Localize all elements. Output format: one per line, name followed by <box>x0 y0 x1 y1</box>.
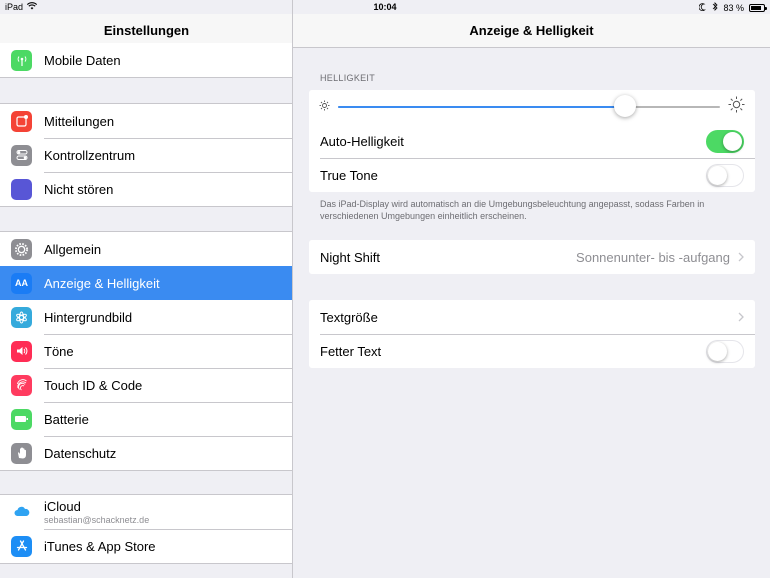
night-shift-label: Night Shift <box>320 249 380 265</box>
sidebar-item-battery[interactable]: Batterie <box>0 402 292 436</box>
sidebar-item-display-brightness[interactable]: AA Anzeige & Helligkeit <box>0 266 292 300</box>
night-shift-row[interactable]: Night Shift Sonnenunter- bis -aufgang <box>309 240 755 274</box>
sidebar-item-label: Batterie <box>44 411 89 427</box>
switches-icon <box>11 144 32 166</box>
status-time: 10:04 <box>373 2 397 12</box>
sidebar-item-label: Hintergrundbild <box>44 309 133 325</box>
text-card: Textgröße Fetter Text <box>309 300 755 368</box>
sidebar-item-general[interactable]: Allgemein <box>0 232 292 266</box>
notifications-icon <box>11 110 32 132</box>
sidebar-item-label: Kontrollzentrum <box>44 147 136 163</box>
sidebar-item-wallpaper[interactable]: Hintergrundbild <box>0 300 292 334</box>
sidebar-group-3: Allgemein AA Anzeige & Helligkeit Hinter… <box>0 231 292 471</box>
battery-percent: 83 % <box>723 2 744 13</box>
chevron-right-icon <box>738 249 744 265</box>
icloud-text: iCloud sebastian@schacknetz.de <box>44 499 149 525</box>
icloud-account-email: sebastian@schacknetz.de <box>44 515 150 525</box>
sidebar-item-label: Datenschutz <box>44 445 117 461</box>
sun-small-icon <box>319 98 330 116</box>
sidebar-item-do-not-disturb[interactable]: Nicht stören <box>0 172 292 206</box>
sidebar-item-privacy[interactable]: Datenschutz <box>0 436 292 470</box>
flower-icon <box>11 306 32 328</box>
brightness-slider[interactable] <box>338 95 720 117</box>
detail-pane: Anzeige & Helligkeit HELLIGKEIT Auto-Hel… <box>293 0 770 578</box>
gear-icon <box>11 238 32 260</box>
battery-fill <box>751 5 761 10</box>
sidebar-item-mobile-data[interactable]: Mobile Daten <box>0 43 292 77</box>
sidebar: Einstellungen Mobile Daten Mitteilungen … <box>0 0 293 578</box>
true-tone-label: True Tone <box>320 167 378 183</box>
auto-brightness-row: Auto-Helligkeit <box>309 124 755 158</box>
sidebar-item-label: iTunes & App Store <box>44 538 156 554</box>
sidebar-item-label: Anzeige & Helligkeit <box>44 275 160 291</box>
auto-brightness-label: Auto-Helligkeit <box>320 133 404 149</box>
brightness-slider-fill <box>338 106 625 108</box>
battery-indicator-icon <box>749 3 767 12</box>
cloud-icon <box>11 501 32 523</box>
brightness-slider-thumb[interactable] <box>613 95 636 117</box>
brightness-card: Auto-Helligkeit True Tone <box>309 90 755 192</box>
sidebar-item-itunes-app-store[interactable]: iTunes & App Store <box>0 529 292 563</box>
toggle-knob <box>708 165 727 185</box>
hand-icon <box>11 442 32 464</box>
sidebar-item-sounds[interactable]: Töne <box>0 334 292 368</box>
sidebar-group-2: Mitteilungen Kontrollzentrum Nicht störe… <box>0 103 292 207</box>
sidebar-item-control-center[interactable]: Kontrollzentrum <box>0 138 292 172</box>
status-bar: iPad 10:04 83 % <box>0 0 770 14</box>
night-shift-value: Sonnenunter- bis -aufgang <box>576 249 730 265</box>
aa-icon: AA <box>11 272 32 294</box>
sidebar-item-touch-id[interactable]: Touch ID & Code <box>0 368 292 402</box>
bold-text-label: Fetter Text <box>320 343 382 359</box>
brightness-slider-row <box>309 90 755 124</box>
battery-icon <box>11 408 32 430</box>
moon-icon <box>11 178 32 200</box>
sidebar-item-label: Mobile Daten <box>44 52 121 68</box>
chevron-right-icon <box>738 309 744 325</box>
text-size-row[interactable]: Textgröße <box>309 300 755 334</box>
speaker-icon <box>11 340 32 362</box>
antenna-icon <box>11 49 32 71</box>
sidebar-item-label: Töne <box>44 343 74 359</box>
true-tone-description: Das iPad-Display wird automatisch an die… <box>320 199 705 221</box>
sidebar-item-label: Nicht stören <box>44 181 114 197</box>
fingerprint-icon <box>11 374 32 396</box>
toggle-knob <box>723 131 742 151</box>
sidebar-group-4: iCloud sebastian@schacknetz.de iTunes & … <box>0 494 292 564</box>
bold-text-row: Fetter Text <box>309 334 755 368</box>
night-shift-card: Night Shift Sonnenunter- bis -aufgang <box>309 240 755 274</box>
status-right: 83 % <box>699 2 767 13</box>
text-size-label: Textgröße <box>320 309 378 325</box>
appstore-icon <box>11 535 32 557</box>
bold-text-toggle[interactable] <box>706 339 744 363</box>
sidebar-item-label: Allgemein <box>44 241 102 257</box>
sidebar-item-label: Mitteilungen <box>44 113 115 129</box>
page-title: Anzeige & Helligkeit <box>293 14 770 48</box>
sidebar-group-1: Mobile Daten <box>0 43 292 78</box>
auto-brightness-toggle[interactable] <box>706 129 744 153</box>
true-tone-toggle[interactable] <box>706 163 744 187</box>
sidebar-item-label: iCloud <box>44 499 81 514</box>
brightness-section-header: HELLIGKEIT <box>320 73 376 83</box>
sidebar-item-notifications[interactable]: Mitteilungen <box>0 104 292 138</box>
bluetooth-icon <box>712 2 719 13</box>
toggle-knob <box>708 341 727 361</box>
sidebar-item-icloud[interactable]: iCloud sebastian@schacknetz.de <box>0 495 292 529</box>
sidebar-item-label: Touch ID & Code <box>44 377 143 393</box>
true-tone-row: True Tone <box>309 158 755 192</box>
moon-status-icon <box>699 2 707 13</box>
sun-large-icon <box>728 96 745 118</box>
